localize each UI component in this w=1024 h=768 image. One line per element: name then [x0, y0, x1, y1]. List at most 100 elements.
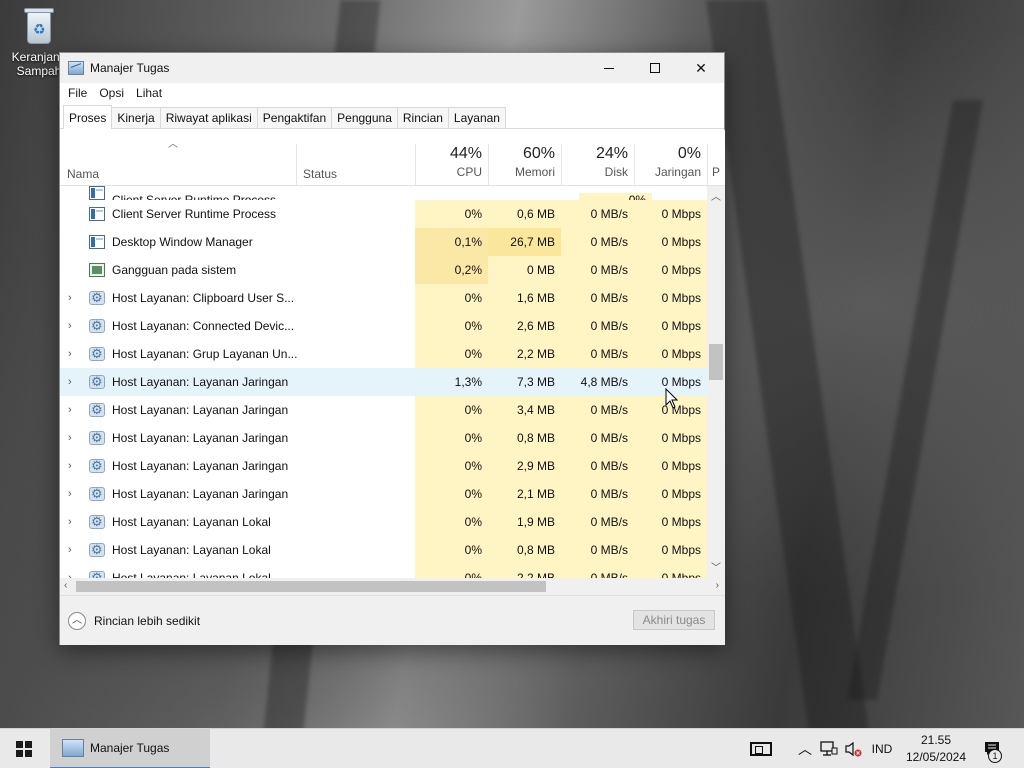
expand-chevron-icon[interactable]: ›	[68, 544, 78, 556]
process-row[interactable]: ›Host Layanan: Layanan Lokal0%2,2 MB0 MB…	[60, 564, 707, 578]
expand-chevron-icon[interactable]: ›	[68, 376, 78, 388]
cpu-value: 0%	[415, 536, 488, 564]
tab-app-history[interactable]: Riwayat aplikasi	[159, 107, 258, 128]
taskbar-item-task-manager[interactable]: Manajer Tugas	[50, 729, 210, 768]
news-widget-button[interactable]	[745, 729, 777, 768]
network-value: 0 Mbps	[634, 312, 707, 340]
process-name: Client Server Runtime Process	[112, 207, 277, 221]
minimize-button[interactable]	[586, 53, 632, 83]
process-row[interactable]: › Host Layanan: Layanan Jaringan 1,3% 7,3 M…	[60, 368, 707, 396]
column-header-network[interactable]: 0% Jaringan	[634, 144, 707, 186]
scroll-left-icon[interactable]: ‹	[64, 580, 67, 591]
disk-value: 0 MB/s	[561, 312, 634, 340]
scroll-up-icon[interactable]: ︿	[711, 188, 721, 203]
process-row[interactable]: › Host Layanan: Layanan Jaringan 0%2,1 MB 0…	[60, 480, 707, 508]
column-header-status[interactable]: Status	[296, 144, 416, 186]
horizontal-scroll-thumb[interactable]	[76, 581, 546, 592]
recycle-bin-icon: ♻	[21, 6, 57, 46]
scroll-down-icon[interactable]: ﹀	[711, 559, 721, 574]
expand-chevron-icon[interactable]: ›	[68, 320, 78, 332]
process-row[interactable]: › Host Layanan: Connected Devic... 0%2,6 M…	[60, 312, 707, 340]
expand-chevron-icon[interactable]: ›	[68, 348, 78, 360]
show-hidden-icons-button[interactable]: ︿	[795, 729, 815, 768]
vertical-scrollbar[interactable]: ︿ ﹀	[707, 186, 725, 578]
wallpaper-streak	[706, 0, 874, 768]
expand-chevron-icon[interactable]: ›	[68, 516, 78, 528]
process-row[interactable]: › Host Layanan: Layanan Lokal 0%0,8 MB0 MB…	[60, 536, 707, 564]
gear-icon	[89, 318, 105, 334]
network-value: 0 Mbps	[634, 200, 707, 228]
process-row[interactable]: › Host Layanan: Layanan Lokal 0%1,9 MB0 MB…	[60, 508, 707, 536]
maximize-button[interactable]	[632, 53, 678, 83]
disk-value: 0 MB/s	[561, 452, 634, 480]
expand-chevron-icon[interactable]: ›	[68, 292, 78, 304]
column-header-disk[interactable]: 24% Disk	[561, 144, 634, 186]
tab-users[interactable]: Pengguna	[331, 107, 398, 128]
column-header-cpu[interactable]: 44% CPU	[415, 144, 488, 186]
process-name: Host Layanan: Connected Devic...	[112, 319, 295, 333]
network-value: 0 Mbps	[634, 228, 707, 256]
minimize-icon	[604, 67, 614, 69]
notification-count-badge: 1	[988, 749, 1002, 763]
clock[interactable]: 21.55 12/05/2024	[900, 732, 972, 766]
windows-logo-icon	[16, 741, 32, 757]
column-header-power[interactable]: P	[707, 144, 725, 186]
network-tray-button[interactable]	[818, 729, 840, 768]
expand-chevron-icon[interactable]: ›	[68, 404, 78, 416]
network-icon	[820, 741, 838, 756]
network-value: 0 Mbps	[634, 480, 707, 508]
task-manager-window: Manajer Tugas ✕ File Opsi Lihat Proses K…	[59, 52, 725, 645]
process-name: Host Layanan: Layanan Jaringan	[112, 487, 289, 501]
menu-view[interactable]: Lihat	[130, 86, 168, 100]
process-row[interactable]: › Host Layanan: Grup Layanan Un... 0%2,2 M…	[60, 340, 707, 368]
tab-performance[interactable]: Kinerja	[111, 107, 161, 128]
column-header-memory[interactable]: 60% Memori	[488, 144, 561, 186]
process-row[interactable]: › Host Layanan: Clipboard User S... 0%1,6 …	[60, 284, 707, 312]
cpu-value: 0%	[415, 452, 488, 480]
process-row[interactable]: › Host Layanan: Layanan Jaringan 0%3,4 MB0…	[60, 396, 707, 424]
volume-tray-button[interactable]	[842, 729, 864, 768]
process-row[interactable]: Gangguan pada sistem 0,2% 0 MB 0 MB/s 0 Mbps	[60, 256, 707, 284]
cpu-value: 0%	[415, 480, 488, 508]
network-value: 0 Mbps	[634, 256, 707, 284]
process-row[interactable]: Desktop Window Manager 0,1% 26,7 MB 0 MB/s 0…	[60, 228, 707, 256]
expand-chevron-icon[interactable]: ›	[68, 432, 78, 444]
process-row[interactable]: Client Server Runtime Process0%0,9 MB0 M…	[60, 186, 707, 200]
speaker-muted-icon	[845, 741, 862, 757]
menu-file[interactable]: File	[62, 86, 93, 100]
cpu-value: 0%	[579, 193, 653, 200]
process-row[interactable]: Client Server Runtime Process 0% 0,6 MB 0 M…	[60, 200, 707, 228]
process-name: Host Layanan: Clipboard User S...	[112, 291, 295, 305]
memory-label: Memori	[514, 165, 555, 179]
fewer-details-button[interactable]: ︿ Rincian lebih sedikit	[68, 612, 200, 630]
expand-chevron-icon[interactable]: ›	[68, 460, 78, 472]
cpu-total: 44%	[449, 145, 482, 162]
gear-icon	[89, 542, 105, 558]
tab-processes[interactable]: Proses	[63, 105, 113, 129]
clock-date: 12/05/2024	[905, 750, 967, 764]
chevron-up-icon: ︿	[68, 612, 86, 630]
process-row[interactable]: ›Host Layanan: Layanan Jaringan0%2,9 MB0…	[60, 452, 707, 480]
title-bar[interactable]: Manajer Tugas ✕	[60, 53, 724, 83]
vertical-scroll-thumb[interactable]	[709, 344, 723, 380]
menu-bar: File Opsi Lihat	[60, 83, 724, 103]
disk-value: 0 MB/s	[561, 340, 634, 368]
menu-options[interactable]: Opsi	[93, 86, 130, 100]
cpu-value: 0%	[415, 564, 488, 578]
horizontal-scrollbar[interactable]: ‹ ›	[60, 578, 725, 595]
end-task-button[interactable]: Akhiri tugas	[633, 610, 715, 630]
memory-value: 2,1 MB	[488, 480, 561, 508]
scroll-right-icon[interactable]: ›	[716, 580, 719, 591]
tab-services[interactable]: Layanan	[447, 107, 506, 128]
process-row[interactable]: ›Host Layanan: Layanan Jaringan0%0,8 MB0…	[60, 424, 707, 452]
cpu-value: 1,3%	[454, 375, 482, 389]
start-button[interactable]	[0, 729, 48, 768]
expand-chevron-icon[interactable]: ›	[68, 488, 78, 500]
input-language-indicator[interactable]: IND	[866, 729, 898, 768]
tab-startup[interactable]: Pengaktifan	[256, 107, 333, 128]
tab-details[interactable]: Rincian	[396, 107, 449, 128]
gear-icon	[89, 486, 105, 502]
column-header-name[interactable]: Nama	[67, 167, 99, 181]
memory-value: 2,2 MB	[488, 564, 561, 578]
close-button[interactable]: ✕	[678, 53, 724, 83]
